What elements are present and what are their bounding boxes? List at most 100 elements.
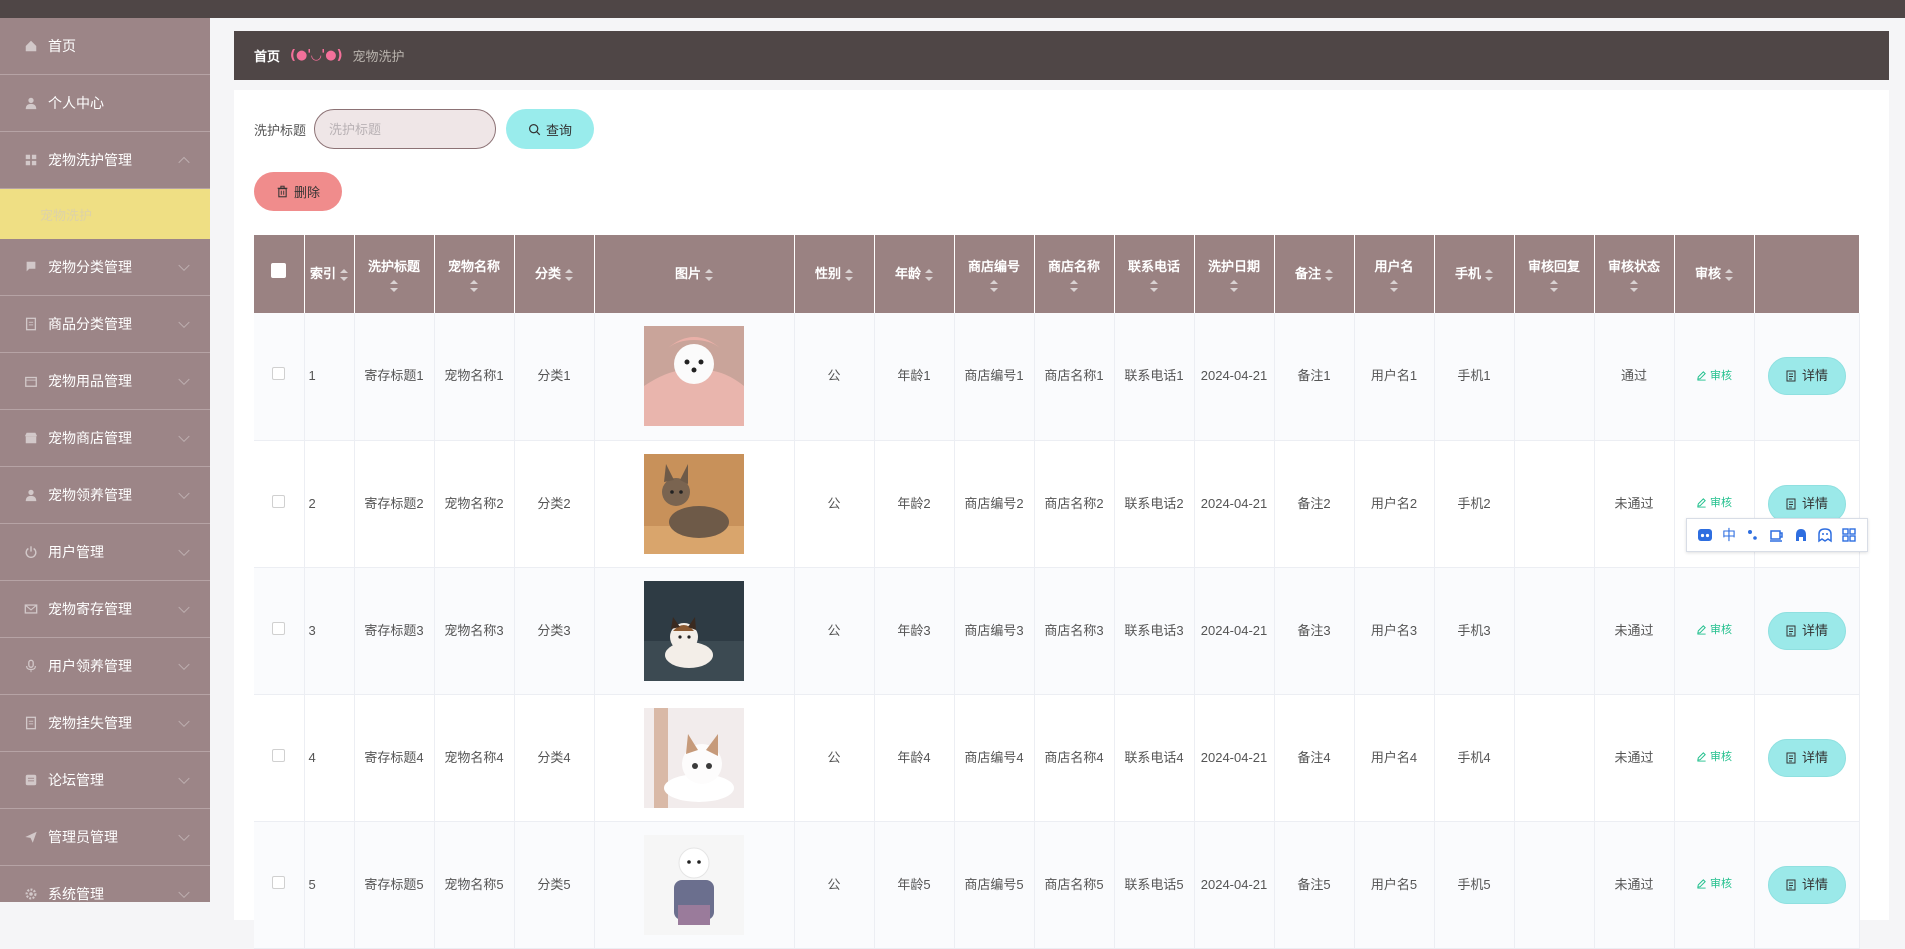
audit-label: 审核 [1710,496,1732,509]
grid-menu-icon[interactable] [1840,526,1858,544]
sidebar-item-12[interactable]: 论坛管理 [0,752,210,809]
cell-image [594,567,795,695]
column-header-6[interactable]: 年龄 [874,235,955,313]
column-header-7[interactable]: 商店编号 [954,235,1035,313]
cell-detail: 详情 [1754,567,1860,695]
sort-icon[interactable] [925,268,933,281]
sidebar-item-13[interactable]: 管理员管理 [0,809,210,866]
detail-button[interactable]: 详情 [1767,738,1846,777]
cell-pet: 宠物名称1 [434,313,515,441]
sort-icon[interactable] [1390,280,1398,292]
detail-button[interactable]: 详情 [1767,484,1846,523]
column-header-label: 图片 [674,266,701,281]
column-header-17[interactable] [1754,235,1860,313]
detail-button[interactable]: 详情 [1767,865,1846,904]
column-header-13[interactable]: 手机 [1434,235,1515,313]
document-icon [1786,625,1796,636]
detail-button[interactable]: 详情 [1767,357,1846,396]
sort-icon[interactable] [1550,280,1558,292]
sidebar-item-6[interactable]: 宠物商店管理 [0,410,210,467]
column-header-1[interactable]: 洗护标题 [354,235,435,313]
sort-icon[interactable] [1630,280,1638,292]
sidebar-item-9[interactable]: 宠物寄存管理 [0,581,210,638]
audit-label: 审核 [1710,369,1732,382]
mail-icon [24,602,38,616]
delete-button-label: 删除 [293,186,320,201]
grid-icon [24,153,38,167]
cell-reply [1514,313,1595,441]
column-header-0[interactable]: 索引 [304,235,355,313]
cell-shop-no: 商店编号3 [954,567,1035,695]
user-shape-icon[interactable] [1792,526,1810,544]
cell-title: 寄存标题1 [354,313,435,441]
audit-link[interactable]: 审核 [1696,746,1732,768]
audit-link[interactable]: 审核 [1696,492,1732,514]
audit-link[interactable]: 审核 [1696,873,1732,895]
ghost-icon[interactable] [1816,526,1834,544]
sidebar-item-10[interactable]: 用户领养管理 [0,638,210,695]
audit-link[interactable]: 审核 [1696,365,1732,387]
column-header-9[interactable]: 联系电话 [1114,235,1195,313]
cell-pet: 宠物名称2 [434,440,515,568]
sort-icon[interactable] [390,280,398,292]
sidebar-item-5[interactable]: 宠物用品管理 [0,353,210,410]
paw-icon[interactable] [1696,526,1714,544]
sort-icon[interactable] [1325,268,1333,281]
column-header-5[interactable]: 性别 [794,235,875,313]
sidebar-item-8[interactable]: 用户管理 [0,524,210,581]
sidebar-item-11[interactable]: 宠物挂失管理 [0,695,210,752]
row-checkbox[interactable] [272,367,286,381]
sort-icon[interactable] [565,268,573,281]
sidebar-item-4[interactable]: 商品分类管理 [0,296,210,353]
row-select-cell [254,821,305,949]
cell-shop-no: 商店编号1 [954,313,1035,441]
breadcrumb-home[interactable]: 首页 [254,46,280,65]
column-header-8[interactable]: 商店名称 [1034,235,1115,313]
cell-audit: 审核 [1674,821,1755,949]
cup-icon[interactable] [1768,526,1786,544]
sort-icon[interactable] [1230,280,1238,292]
column-header-3[interactable]: 分类 [514,235,595,313]
delete-button[interactable]: 删除 [254,172,342,211]
row-checkbox[interactable] [272,494,286,508]
ime-language[interactable]: 中 [1720,526,1738,544]
row-checkbox[interactable] [272,875,286,889]
sort-icon[interactable] [845,268,853,281]
sort-icon[interactable] [1725,268,1733,281]
sidebar-item-3[interactable]: 宠物分类管理 [0,239,210,296]
column-header-4[interactable]: 图片 [594,235,795,313]
row-checkbox[interactable] [272,748,286,762]
sidebar-item-1[interactable]: 个人中心 [0,75,210,132]
sidebar-item-7[interactable]: 宠物领养管理 [0,467,210,524]
chevron-down-icon [178,430,190,443]
sort-icon[interactable] [990,280,998,292]
ime-toolbar: 中 [1686,518,1868,552]
audit-label: 审核 [1710,750,1732,763]
column-header-15[interactable]: 审核状态 [1594,235,1675,313]
sidebar-item-0[interactable]: 首页 [0,18,210,75]
sidebar-item-2[interactable]: 宠物洗护管理 [0,132,210,189]
sort-icon[interactable] [1150,280,1158,292]
sort-icon[interactable] [1070,280,1078,292]
select-all-checkbox[interactable] [271,263,287,278]
punctuation-icon[interactable] [1744,526,1762,544]
column-header-14[interactable]: 审核回复 [1514,235,1595,313]
sort-icon[interactable] [705,268,713,281]
column-header-11[interactable]: 备注 [1274,235,1355,313]
column-header-2[interactable]: 宠物名称 [434,235,515,313]
column-header-10[interactable]: 洗护日期 [1194,235,1275,313]
column-header-12[interactable]: 用户名 [1354,235,1435,313]
detail-button[interactable]: 详情 [1767,611,1846,650]
row-checkbox[interactable] [272,621,286,635]
audit-link[interactable]: 审核 [1696,619,1732,641]
sidebar-subitem-active[interactable]: 宠物洗护 [0,189,210,239]
sort-icon[interactable] [1485,268,1493,281]
cell-title: 寄存标题2 [354,440,435,568]
search-input[interactable] [314,109,497,149]
query-button[interactable]: 查询 [506,109,595,149]
sidebar-item-14[interactable]: 系统管理 [0,866,210,902]
sort-icon[interactable] [470,280,478,292]
top-bar [0,0,1905,18]
sort-icon[interactable] [340,268,348,281]
column-header-16[interactable]: 审核 [1674,235,1755,313]
